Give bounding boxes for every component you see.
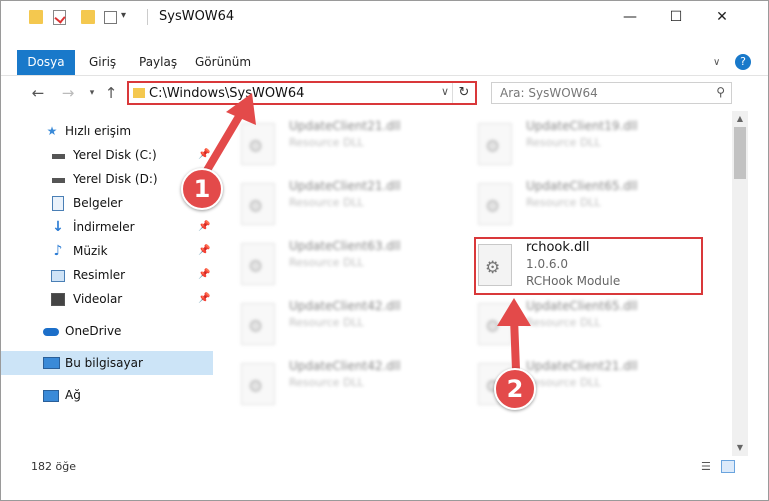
arrow-2 (497, 298, 531, 374)
step-2-badge: 2 (494, 368, 536, 410)
step-1-badge: 1 (181, 168, 223, 210)
annotation-arrows (202, 93, 531, 374)
arrow-1 (202, 93, 256, 176)
